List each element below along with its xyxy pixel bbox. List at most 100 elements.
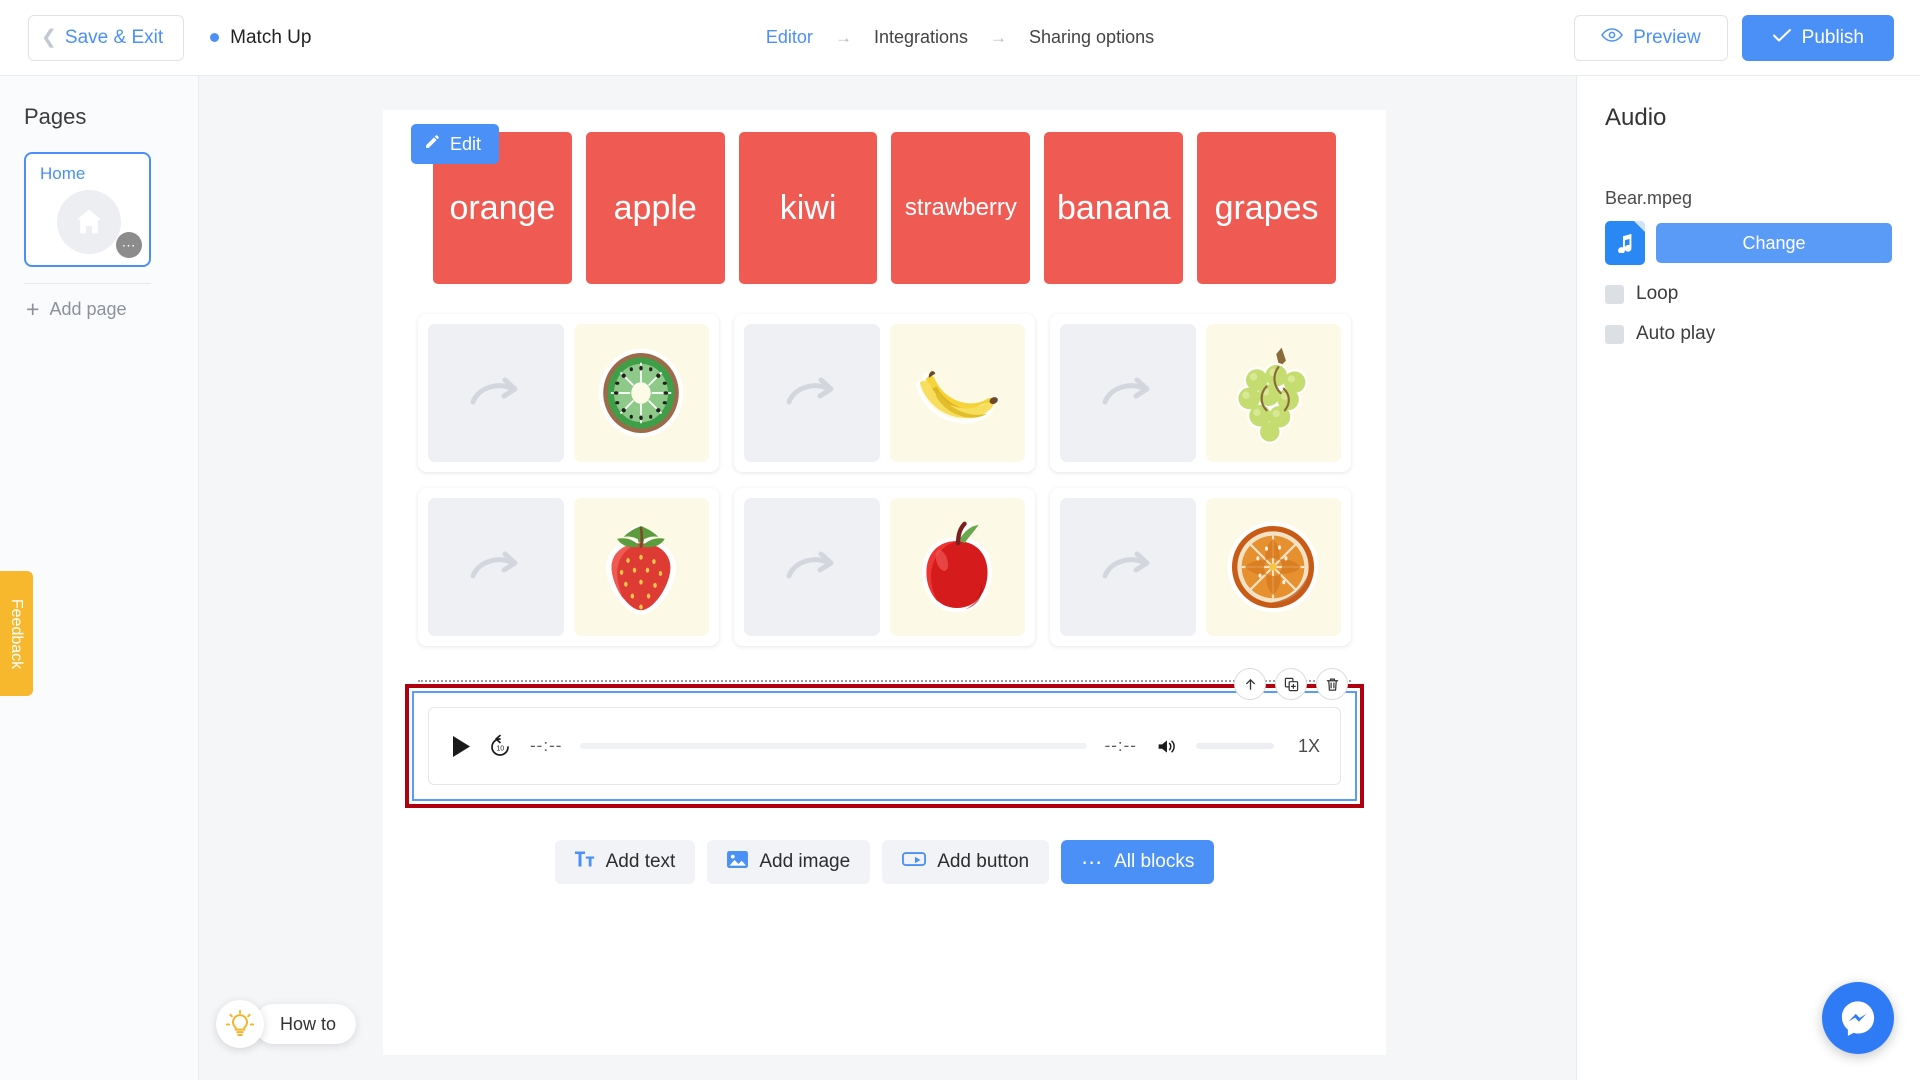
autoplay-checkbox-row[interactable]: Auto play bbox=[1605, 323, 1892, 345]
word-cards-block[interactable]: Edit orange apple kiwi strawberry banana… bbox=[383, 110, 1386, 284]
add-page-button[interactable]: + Add page bbox=[26, 298, 198, 321]
preview-button[interactable]: Preview bbox=[1574, 14, 1728, 61]
playback-speed-label[interactable]: 1X bbox=[1298, 736, 1320, 757]
word-card-banana[interactable]: banana bbox=[1044, 132, 1184, 284]
curved-arrow-icon bbox=[470, 551, 518, 579]
word-card-label: kiwi bbox=[779, 188, 837, 227]
text-icon-glyph bbox=[574, 851, 594, 867]
add-page-label: Add page bbox=[49, 299, 127, 319]
curved-arrow-icon bbox=[786, 551, 834, 579]
pair-card-grapes[interactable] bbox=[1050, 314, 1351, 472]
drop-slot[interactable] bbox=[428, 324, 564, 462]
image-slot[interactable] bbox=[573, 498, 709, 636]
curved-arrow-icon bbox=[470, 377, 518, 405]
arrow-right-icon: → bbox=[990, 27, 1007, 47]
image-slot[interactable] bbox=[889, 324, 1025, 462]
sidebar-page-home[interactable]: Home ⋯ bbox=[24, 152, 151, 267]
page-sheet: Edit orange apple kiwi strawberry banana… bbox=[383, 110, 1386, 1055]
add-text-label: Add text bbox=[605, 851, 676, 872]
breadcrumb: Editor → Integrations → Sharing options bbox=[766, 27, 1154, 48]
messenger-icon bbox=[1841, 1001, 1875, 1036]
duration-time: --:-- bbox=[1104, 736, 1137, 755]
apple-image bbox=[922, 521, 993, 613]
all-blocks-button[interactable]: ⋯ All blocks bbox=[1061, 840, 1215, 884]
eye-icon bbox=[1601, 27, 1623, 49]
pair-card-kiwi[interactable] bbox=[418, 314, 719, 472]
current-time: --:-- bbox=[530, 736, 563, 755]
drop-slot[interactable] bbox=[744, 498, 880, 636]
pair-card-orange[interactable] bbox=[1050, 488, 1351, 646]
duplicate-button[interactable] bbox=[1275, 668, 1307, 700]
loop-checkbox-row[interactable]: Loop bbox=[1605, 283, 1892, 305]
project-title: Match Up bbox=[210, 27, 311, 49]
save-and-exit-button[interactable]: ❮ Save & Exit bbox=[28, 14, 185, 61]
curved-arrow-icon bbox=[786, 377, 834, 405]
pair-card-banana[interactable] bbox=[734, 314, 1035, 472]
publish-label: Publish bbox=[1801, 26, 1864, 48]
move-up-button[interactable] bbox=[1234, 668, 1266, 700]
page-name-label: Home bbox=[40, 164, 86, 183]
image-slot[interactable] bbox=[573, 324, 709, 462]
kiwi-image bbox=[599, 348, 684, 438]
word-card-label: grapes bbox=[1214, 188, 1319, 227]
more-dots-icon: ⋯ bbox=[1081, 850, 1104, 874]
drop-slot[interactable] bbox=[744, 324, 880, 462]
audio-block[interactable]: 10 --:-- --:-- 1X bbox=[405, 668, 1364, 808]
match-pairs-block[interactable] bbox=[383, 284, 1386, 682]
breadcrumb-sharing-options[interactable]: Sharing options bbox=[1029, 27, 1154, 48]
word-card-apple[interactable]: apple bbox=[585, 132, 725, 284]
delete-button[interactable] bbox=[1316, 668, 1348, 700]
button-icon bbox=[902, 851, 927, 874]
panel-title: Audio bbox=[1605, 104, 1667, 131]
rewind-10-button[interactable]: 10 bbox=[488, 734, 512, 758]
drop-slot[interactable] bbox=[1060, 498, 1196, 636]
add-button-button[interactable]: Add button bbox=[882, 840, 1050, 884]
image-slot[interactable] bbox=[1205, 498, 1341, 636]
volume-button[interactable] bbox=[1155, 736, 1178, 757]
image-slot[interactable] bbox=[1205, 324, 1341, 462]
drop-slot[interactable] bbox=[1060, 324, 1196, 462]
breadcrumb-integrations[interactable]: Integrations bbox=[874, 27, 968, 48]
play-icon bbox=[453, 735, 470, 757]
loop-checkbox[interactable] bbox=[1605, 284, 1624, 304]
edit-block-button[interactable]: Edit bbox=[411, 124, 500, 164]
page-menu-button[interactable]: ⋯ bbox=[116, 232, 142, 258]
pair-card-strawberry[interactable] bbox=[418, 488, 719, 646]
feedback-tab[interactable]: Feedback bbox=[0, 571, 33, 696]
change-audio-button[interactable]: Change bbox=[1656, 223, 1892, 263]
volume-slider[interactable] bbox=[1195, 743, 1274, 749]
top-bar: ❮ Save & Exit Match Up Editor → Integrat… bbox=[0, 0, 1920, 76]
save-and-exit-label: Save & Exit bbox=[64, 26, 164, 48]
breadcrumb-editor[interactable]: Editor bbox=[766, 27, 813, 48]
add-text-button[interactable]: Add text bbox=[554, 840, 696, 884]
pair-card-apple[interactable] bbox=[734, 488, 1035, 646]
word-card-strawberry[interactable]: strawberry bbox=[891, 132, 1031, 284]
image-slot[interactable] bbox=[889, 498, 1025, 636]
audio-file-name: Bear.mpeg bbox=[1605, 188, 1693, 208]
duplicate-icon bbox=[1284, 677, 1298, 691]
word-card-kiwi[interactable]: kiwi bbox=[738, 132, 878, 284]
add-image-button[interactable]: Add image bbox=[707, 840, 871, 884]
playback-speed-value: 1X bbox=[1297, 735, 1320, 756]
plus-icon: + bbox=[26, 296, 40, 322]
drop-slot[interactable] bbox=[428, 498, 564, 636]
progress-slider[interactable] bbox=[580, 743, 1087, 749]
loop-label: Loop bbox=[1636, 283, 1679, 304]
how-to-button[interactable]: How to bbox=[216, 1000, 357, 1048]
play-button[interactable] bbox=[453, 735, 470, 757]
image-icon bbox=[727, 850, 749, 875]
publish-button[interactable]: Publish bbox=[1741, 14, 1894, 61]
autoplay-checkbox[interactable] bbox=[1605, 324, 1624, 344]
pages-sidebar: Pages Home ⋯ + Add page Feedback bbox=[0, 76, 199, 1080]
match-pairs-row bbox=[418, 314, 1351, 472]
word-cards-row: orange apple kiwi strawberry banana grap… bbox=[433, 132, 1336, 284]
audio-player[interactable]: 10 --:-- --:-- 1X bbox=[428, 707, 1341, 785]
messenger-chat-button[interactable] bbox=[1822, 982, 1894, 1054]
block-tools bbox=[1234, 668, 1348, 700]
word-card-grapes[interactable]: grapes bbox=[1197, 132, 1336, 284]
curved-arrow-icon bbox=[1102, 377, 1150, 405]
grapes-image bbox=[1236, 347, 1308, 444]
all-blocks-label: All blocks bbox=[1114, 851, 1195, 872]
button-icon-glyph bbox=[902, 851, 927, 866]
strawberry-image bbox=[606, 523, 677, 615]
